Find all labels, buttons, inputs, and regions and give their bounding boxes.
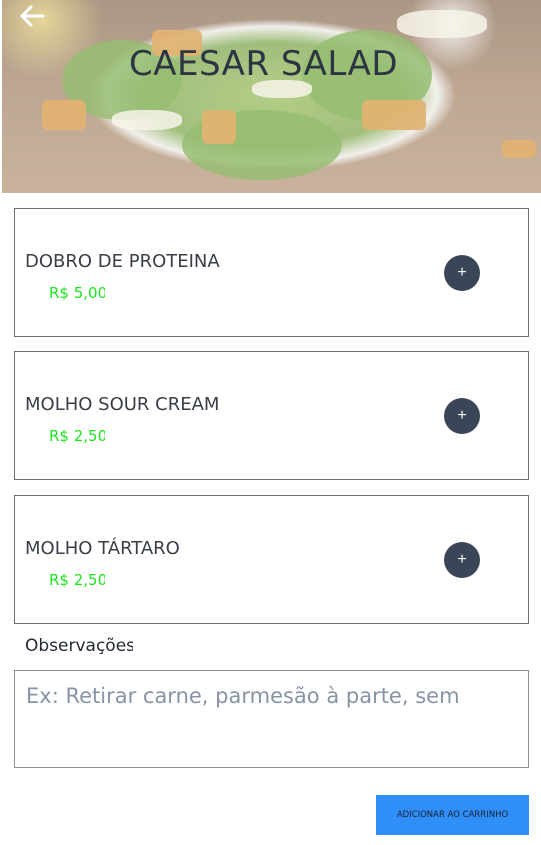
hero-overlay: [2, 0, 541, 193]
addon-price: R$ 5,00: [49, 284, 105, 302]
addon-price: R$ 2,50: [49, 427, 105, 445]
observations-label: Observações: [25, 636, 133, 656]
addon-card: DOBRO DE PROTEINA R$ 5,00 +: [14, 208, 529, 337]
addon-price: R$ 2,50: [49, 571, 105, 589]
add-addon-button[interactable]: +: [444, 542, 480, 578]
page-title: CAESAR SALAD: [128, 44, 399, 84]
add-to-cart-button[interactable]: ADICIONAR AO CARRINHO: [376, 795, 529, 835]
hero-banner: CAESAR SALAD: [2, 0, 541, 193]
add-addon-button[interactable]: +: [444, 398, 480, 434]
arrow-left-icon[interactable]: [18, 4, 46, 28]
addon-name: MOLHO SOUR CREAM: [25, 394, 220, 415]
addon-name: DOBRO DE PROTEINA: [25, 251, 220, 272]
add-addon-button[interactable]: +: [444, 255, 480, 291]
addon-card: MOLHO SOUR CREAM R$ 2,50 +: [14, 351, 529, 480]
addon-name: MOLHO TÁRTARO: [25, 538, 180, 559]
addon-card: MOLHO TÁRTARO R$ 2,50 +: [14, 495, 529, 624]
observations-input[interactable]: [14, 670, 529, 768]
